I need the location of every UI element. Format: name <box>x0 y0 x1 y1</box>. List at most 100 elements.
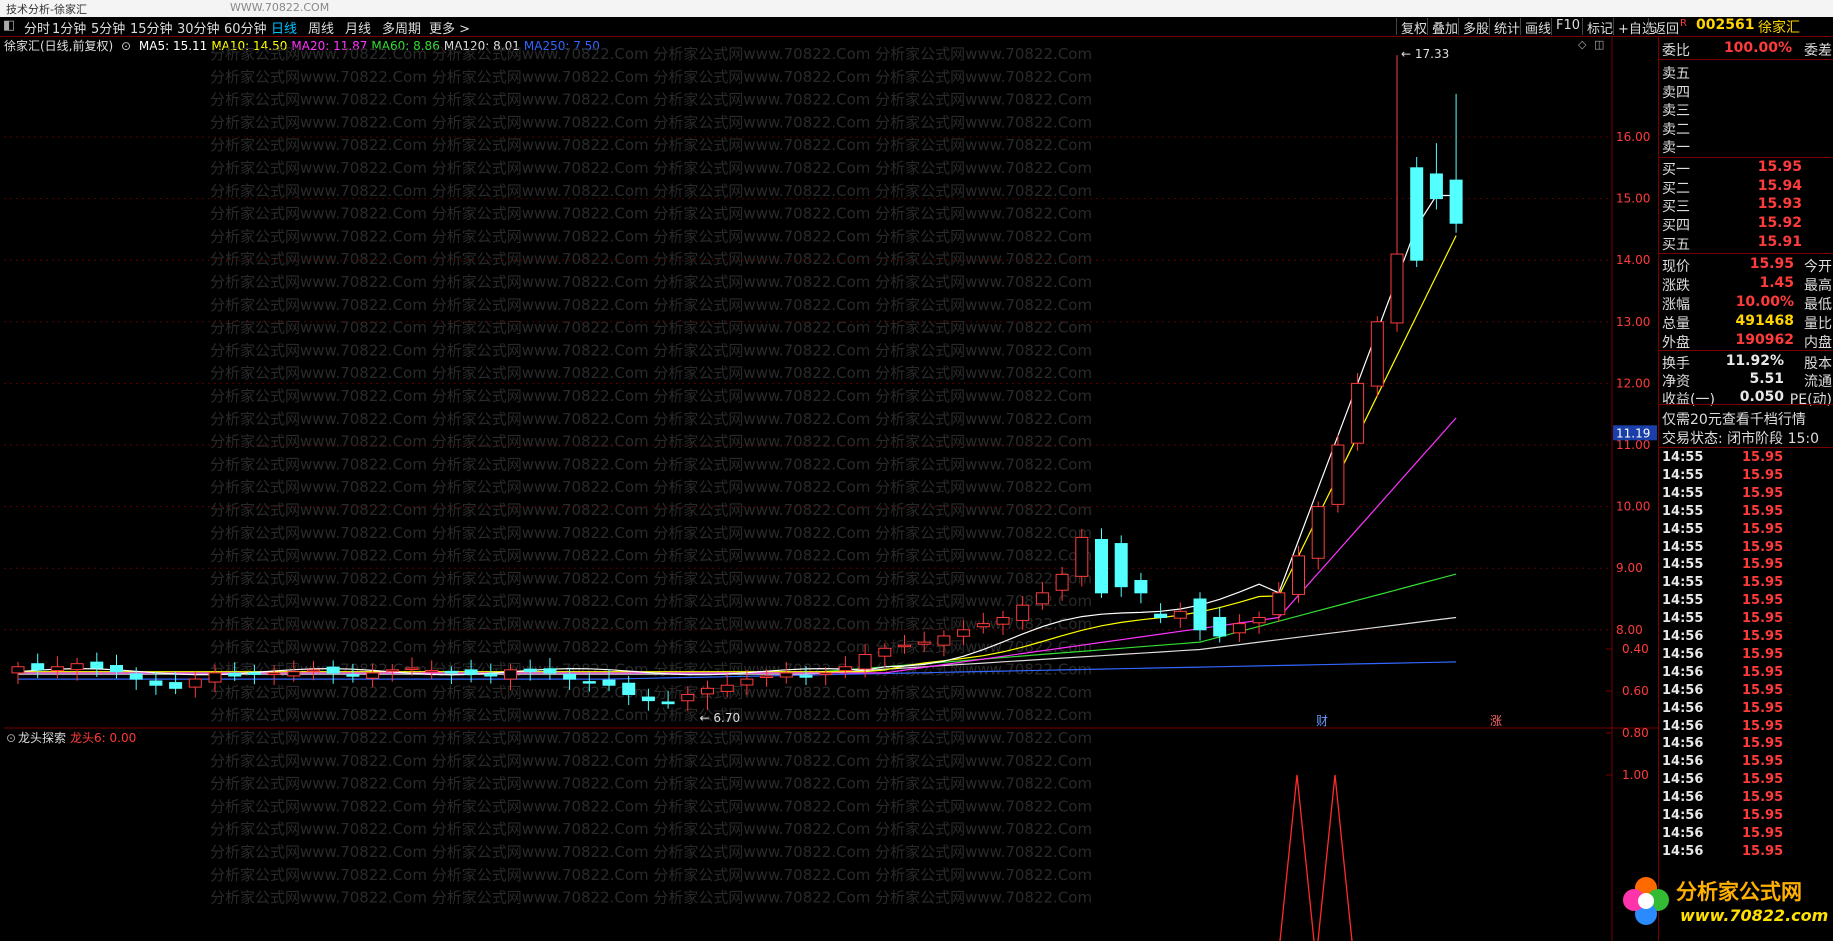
stat-label2-4: 内盘 <box>1804 335 1832 351</box>
weibi-value: 100.00% <box>1723 40 1792 56</box>
buy-price-4: 15.91 <box>1757 233 1802 250</box>
toolbar-toggle-icon[interactable]: ◧ <box>3 18 15 33</box>
watermark-text: 分析家公式网www.70822.Com 分析家公式网www.70822.Com … <box>210 478 1092 496</box>
kline-chart[interactable]: 分析家公式网www.70822.Com 分析家公式网www.70822.Com … <box>0 37 1658 941</box>
tool-button-3[interactable]: 统计 <box>1489 18 1524 37</box>
tick-price-6: 15.95 <box>1742 557 1784 573</box>
stat2-row-0: 换手 11.92% 股本 <box>1660 353 1832 372</box>
tick-row-0: 14:55 15.95 <box>1662 450 1832 468</box>
high-price-label: ← 17.33 <box>1401 47 1449 61</box>
period-tab-0[interactable]: 分时 <box>24 18 50 37</box>
promo-row[interactable]: 仅需20元查看千档行情 <box>1660 409 1832 429</box>
tool-button-5[interactable]: F10 <box>1551 18 1584 35</box>
period-tab-8[interactable]: 月线 <box>345 18 371 37</box>
tick-price-12: 15.95 <box>1742 664 1784 680</box>
tool-button-2[interactable]: 多股 <box>1458 18 1493 37</box>
window-title: 技术分析-徐家汇 <box>6 3 87 16</box>
watermark-text: 分析家公式网www.70822.Com 分析家公式网www.70822.Com … <box>210 273 1092 291</box>
tick-price-21: 15.95 <box>1742 825 1784 841</box>
stat-label-2: 涨幅 <box>1662 297 1690 313</box>
tick-row-17: 14:56 15.95 <box>1662 754 1832 772</box>
candle-body <box>326 666 340 674</box>
watermark-text: 分析家公式网www.70822.Com 分析家公式网www.70822.Com … <box>210 341 1092 359</box>
buy-label-3: 买四 <box>1662 218 1690 235</box>
candle-body <box>740 678 754 686</box>
tick-row-6: 14:55 15.95 <box>1662 557 1832 575</box>
tick-price-17: 15.95 <box>1742 754 1784 770</box>
period-tab-2[interactable]: 5分钟 <box>91 18 125 37</box>
stat2-row-1: 净资 5.51 流通 <box>1660 371 1832 390</box>
tool-button-4[interactable]: 画线 <box>1520 18 1555 37</box>
watermark-text: 分析家公式网www.70822.Com 分析家公式网www.70822.Com … <box>210 638 1092 656</box>
tick-row-2: 14:55 15.95 <box>1662 486 1832 504</box>
indicator-name: 龙头探索 <box>18 731 66 745</box>
current-price-tag-text: 11.19 <box>1616 426 1650 440</box>
buy-label-0: 买一 <box>1662 162 1690 178</box>
low-price-label: ← 6.70 <box>700 711 741 725</box>
period-tab-4[interactable]: 30分钟 <box>177 18 220 37</box>
stat-value-2: 10.00% <box>1735 294 1794 310</box>
tick-time-3: 14:55 <box>1662 503 1704 519</box>
tool-button-1[interactable]: 叠加 <box>1427 18 1462 37</box>
candle-body <box>464 669 478 675</box>
candle-body <box>1232 623 1246 634</box>
indicator-value: 龙头6: 0.00 <box>70 731 136 745</box>
candle-body <box>31 663 45 671</box>
tick-time-16: 14:56 <box>1662 736 1704 752</box>
sell-label-0: 卖五 <box>1662 66 1690 82</box>
period-tab-6[interactable]: 日线 <box>271 18 297 37</box>
watermark-text: 分析家公式网www.70822.Com 分析家公式网www.70822.Com … <box>210 752 1092 770</box>
stock-terminal-window: 技术分析-徐家汇 WWW.70822.COM ◧ 分时 1分钟 5分钟 15分钟 30分… <box>0 0 1833 941</box>
chart-restore-icon[interactable]: ◫ <box>1594 38 1604 51</box>
watermark-text: 分析家公式网www.70822.Com 分析家公式网www.70822.Com … <box>210 364 1092 382</box>
price-axis-label: 16.00 <box>1616 130 1650 144</box>
watermark-text: 分析家公式网www.70822.Com 分析家公式网www.70822.Com … <box>210 45 1092 63</box>
price-axis-label: 13.00 <box>1616 315 1650 329</box>
buy-label-1: 买二 <box>1662 180 1690 197</box>
tick-row-11: 14:56 15.95 <box>1662 647 1832 665</box>
watermark-layer: 分析家公式网www.70822.Com 分析家公式网www.70822.Com … <box>210 45 1092 907</box>
tool-button-0[interactable]: 复权 <box>1396 18 1431 37</box>
chart-diamond-icon[interactable]: ◇ <box>1578 38 1587 51</box>
tick-time-9: 14:55 <box>1662 611 1704 627</box>
price-axis-label: 15.00 <box>1616 192 1650 206</box>
tick-price-0: 15.95 <box>1742 450 1784 465</box>
period-tab-7[interactable]: 周线 <box>308 18 334 37</box>
stat-label2-3: 量比 <box>1804 316 1832 332</box>
candle-body <box>1331 444 1345 505</box>
candle-body <box>70 663 84 671</box>
stat2-label-2: 收益(一) <box>1662 392 1715 408</box>
tick-row-20: 14:56 15.95 <box>1662 808 1832 826</box>
buy-price-2: 15.93 <box>1757 196 1802 213</box>
stat-row-4: 外盘 190962 内盘 <box>1660 332 1832 351</box>
stat-row-0: 现价 15.95 今开 <box>1660 256 1832 275</box>
price-axis-label: 14.00 <box>1616 253 1650 267</box>
watermark-text: 分析家公式网www.70822.Com 分析家公式网www.70822.Com … <box>210 113 1092 131</box>
tick-price-10: 15.95 <box>1742 629 1784 644</box>
period-tab-10[interactable]: 更多 > <box>429 18 470 37</box>
candle-body <box>149 680 163 686</box>
sell-row-3: 卖二 <box>1660 119 1832 138</box>
candle-body <box>563 673 577 680</box>
candle-body <box>937 635 951 646</box>
stat2-value-1: 5.51 <box>1749 371 1784 387</box>
period-tab-5[interactable]: 60分钟 <box>224 18 267 37</box>
watermark-text: 分析家公式网www.70822.Com 分析家公式网www.70822.Com … <box>210 501 1092 519</box>
promo-link[interactable]: 仅需20元查看千档行情 <box>1662 409 1806 429</box>
candle-body <box>1075 536 1089 577</box>
period-tab-3[interactable]: 15分钟 <box>130 18 173 37</box>
candle-body <box>1390 253 1404 324</box>
watermark-text: 分析家公式网www.70822.Com 分析家公式网www.70822.Com … <box>210 136 1092 154</box>
candle-body <box>1311 506 1325 559</box>
tool-button-6[interactable]: 标记 <box>1582 18 1617 37</box>
period-tab-1[interactable]: 1分钟 <box>52 18 86 37</box>
period-tab-9[interactable]: 多周期 <box>382 18 421 37</box>
stat-label-3: 总量 <box>1662 316 1690 332</box>
buy-price-1: 15.94 <box>1757 177 1802 194</box>
price-axis-label: 9.00 <box>1616 561 1643 575</box>
tick-time-4: 14:55 <box>1662 521 1704 537</box>
candle-body <box>878 647 892 657</box>
tick-price-4: 15.95 <box>1742 521 1784 537</box>
watermark-text: 分析家公式网www.70822.Com 分析家公式网www.70822.Com … <box>210 91 1092 109</box>
indicator-toggle-icon[interactable]: ⊙ <box>6 731 16 745</box>
